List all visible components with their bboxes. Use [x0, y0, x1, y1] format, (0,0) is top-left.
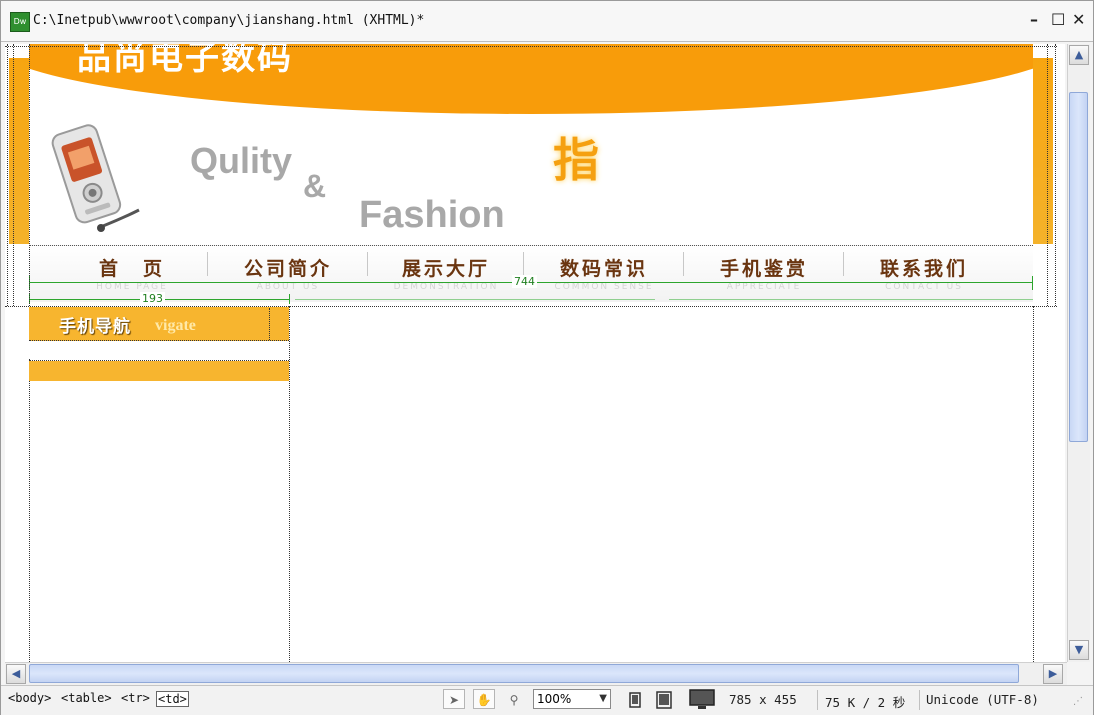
main-navigation: 首 页 HOME PAGE 公司简介 ABOUT US 展示大厅 DEMONST… — [29, 245, 1033, 302]
nav-item-sublabel: ABOUT US — [256, 282, 320, 292]
table-border-top — [5, 46, 1057, 47]
table-width-label: 744 — [512, 275, 537, 288]
desktop-size-icon[interactable] — [689, 689, 715, 711]
tag-selector-body[interactable]: <body> — [7, 691, 52, 705]
vertical-scroll-thumb[interactable] — [1069, 92, 1088, 442]
design-view[interactable]: 品尚电子数码 Qulity & Fashion 指 首 页 HOME PAGE … — [5, 44, 1065, 662]
nav-divider — [523, 252, 524, 276]
nav-item-label: 手机鉴赏 — [719, 258, 808, 280]
nav-item-sublabel: HOME PAGE — [96, 282, 168, 292]
nav-item-showroom[interactable]: 展示大厅 DEMONSTRATION — [369, 246, 523, 302]
nav-divider — [207, 252, 208, 276]
brand-title: 品尚电子数码 — [77, 44, 293, 78]
zoom-select[interactable]: 100% ▼ — [533, 689, 611, 709]
table-border-right — [1047, 44, 1048, 306]
nav-divider — [843, 252, 844, 276]
vertical-scrollbar[interactable]: ▲ ▼ — [1067, 44, 1090, 662]
chevron-down-icon: ▼ — [599, 693, 607, 704]
tagline-fashion: Fashion — [359, 194, 505, 236]
nav-item-sublabel: CONTACT US — [885, 282, 963, 292]
column-guide — [295, 299, 655, 300]
window-size-readout[interactable]: 785 x 455 — [729, 692, 797, 707]
nav-item-label: 展示大厅 — [401, 258, 490, 280]
tagline-quality: Qulity — [190, 140, 293, 181]
tag-selector-table[interactable]: <table> — [60, 691, 113, 705]
nav-item-label: 数码常识 — [559, 258, 648, 280]
status-divider — [919, 690, 920, 710]
cell-width-label: 193 — [140, 292, 165, 305]
status-divider — [817, 690, 818, 710]
nav-item-label: 首 页 — [98, 258, 165, 280]
accent-character: 指 — [553, 133, 599, 187]
select-tool-icon[interactable]: ➤ — [443, 689, 465, 709]
content-border-right — [1033, 306, 1034, 662]
banner-side-left — [9, 58, 29, 244]
column-guide — [669, 299, 1033, 300]
status-bar: <body> <table> <tr> <td> ➤ ✋ ⚲ 100% ▼ 78… — [1, 685, 1093, 715]
nav-item-appreciate[interactable]: 手机鉴赏 APPRECIATE — [685, 246, 843, 302]
scroll-down-icon[interactable]: ▼ — [1069, 640, 1089, 660]
sidebar-border-right — [289, 306, 290, 662]
mobile-phone-icon — [51, 124, 140, 232]
nav-item-about[interactable]: 公司简介 ABOUT US — [209, 246, 367, 302]
table-border-right-outer — [1055, 44, 1056, 306]
scroll-up-icon[interactable]: ▲ — [1069, 45, 1089, 65]
nav-item-home[interactable]: 首 页 HOME PAGE — [57, 246, 207, 302]
nav-item-contact[interactable]: 联系我们 CONTACT US — [845, 246, 1003, 302]
phone-size-icon[interactable] — [629, 692, 641, 708]
zoom-value: 100% — [537, 692, 572, 706]
maximize-button[interactable]: ☐ — [1051, 10, 1065, 29]
download-size-readout: 75 K / 2 秒 — [825, 695, 906, 710]
banner-side-right — [1033, 58, 1053, 244]
resize-grip-icon[interactable]: ⋰ — [1073, 696, 1083, 707]
tagline-ampersand: & — [303, 168, 327, 204]
scroll-left-icon[interactable]: ◀ — [6, 664, 26, 684]
nav-item-sublabel: COMMON SENSE — [554, 282, 654, 292]
title-bar: Dw C:\Inetpub\wwwroot\company\jianshang.… — [1, 1, 1093, 42]
hand-tool-icon[interactable]: ✋ — [473, 689, 495, 709]
nav-divider — [367, 252, 368, 276]
tag-selector-tr[interactable]: <tr> — [120, 691, 151, 705]
phone-nav-row[interactable] — [29, 361, 289, 381]
guide-tick — [1032, 276, 1033, 290]
phone-nav-heading-en: vigate — [155, 317, 196, 334]
header-banner-image[interactable]: 品尚电子数码 Qulity & Fashion 指 — [29, 44, 1033, 244]
nav-divider — [683, 252, 684, 276]
nav-item-sublabel: DEMONSTRATION — [393, 282, 499, 292]
phone-nav-row[interactable] — [29, 341, 289, 359]
nav-item-sublabel: APPRECIATE — [726, 282, 802, 292]
phone-nav-heading-cn: 手机导航 — [59, 317, 131, 337]
phone-nav-heading: 手机导航 vigate — [29, 307, 289, 341]
dreamweaver-window: Dw C:\Inetpub\wwwroot\company\jianshang.… — [0, 0, 1094, 715]
horizontal-scroll-thumb[interactable] — [29, 664, 1019, 683]
table-border-left — [7, 44, 8, 306]
document-title: C:\Inetpub\wwwroot\company\jianshang.htm… — [33, 13, 425, 28]
dreamweaver-app-icon: Dw — [10, 12, 30, 32]
horizontal-scrollbar[interactable]: ◀ ▶ — [5, 662, 1067, 685]
encoding-readout: Unicode (UTF-8) — [926, 692, 1039, 707]
nav-item-digital-tips[interactable]: 数码常识 COMMON SENSE — [525, 246, 683, 302]
nav-item-label: 联系我们 — [879, 258, 968, 280]
tag-selector-td[interactable]: <td> — [156, 691, 189, 707]
table-border-left-inner — [13, 44, 14, 306]
menu-cell-border — [269, 308, 270, 340]
tablet-size-icon[interactable] — [656, 691, 672, 709]
minimize-button[interactable]: – — [1030, 10, 1038, 29]
scroll-right-icon[interactable]: ▶ — [1043, 664, 1063, 684]
close-button[interactable]: ✕ — [1072, 10, 1085, 29]
zoom-tool-icon[interactable]: ⚲ — [503, 689, 525, 709]
nav-item-label: 公司简介 — [243, 258, 332, 280]
guide-tick — [289, 294, 290, 304]
